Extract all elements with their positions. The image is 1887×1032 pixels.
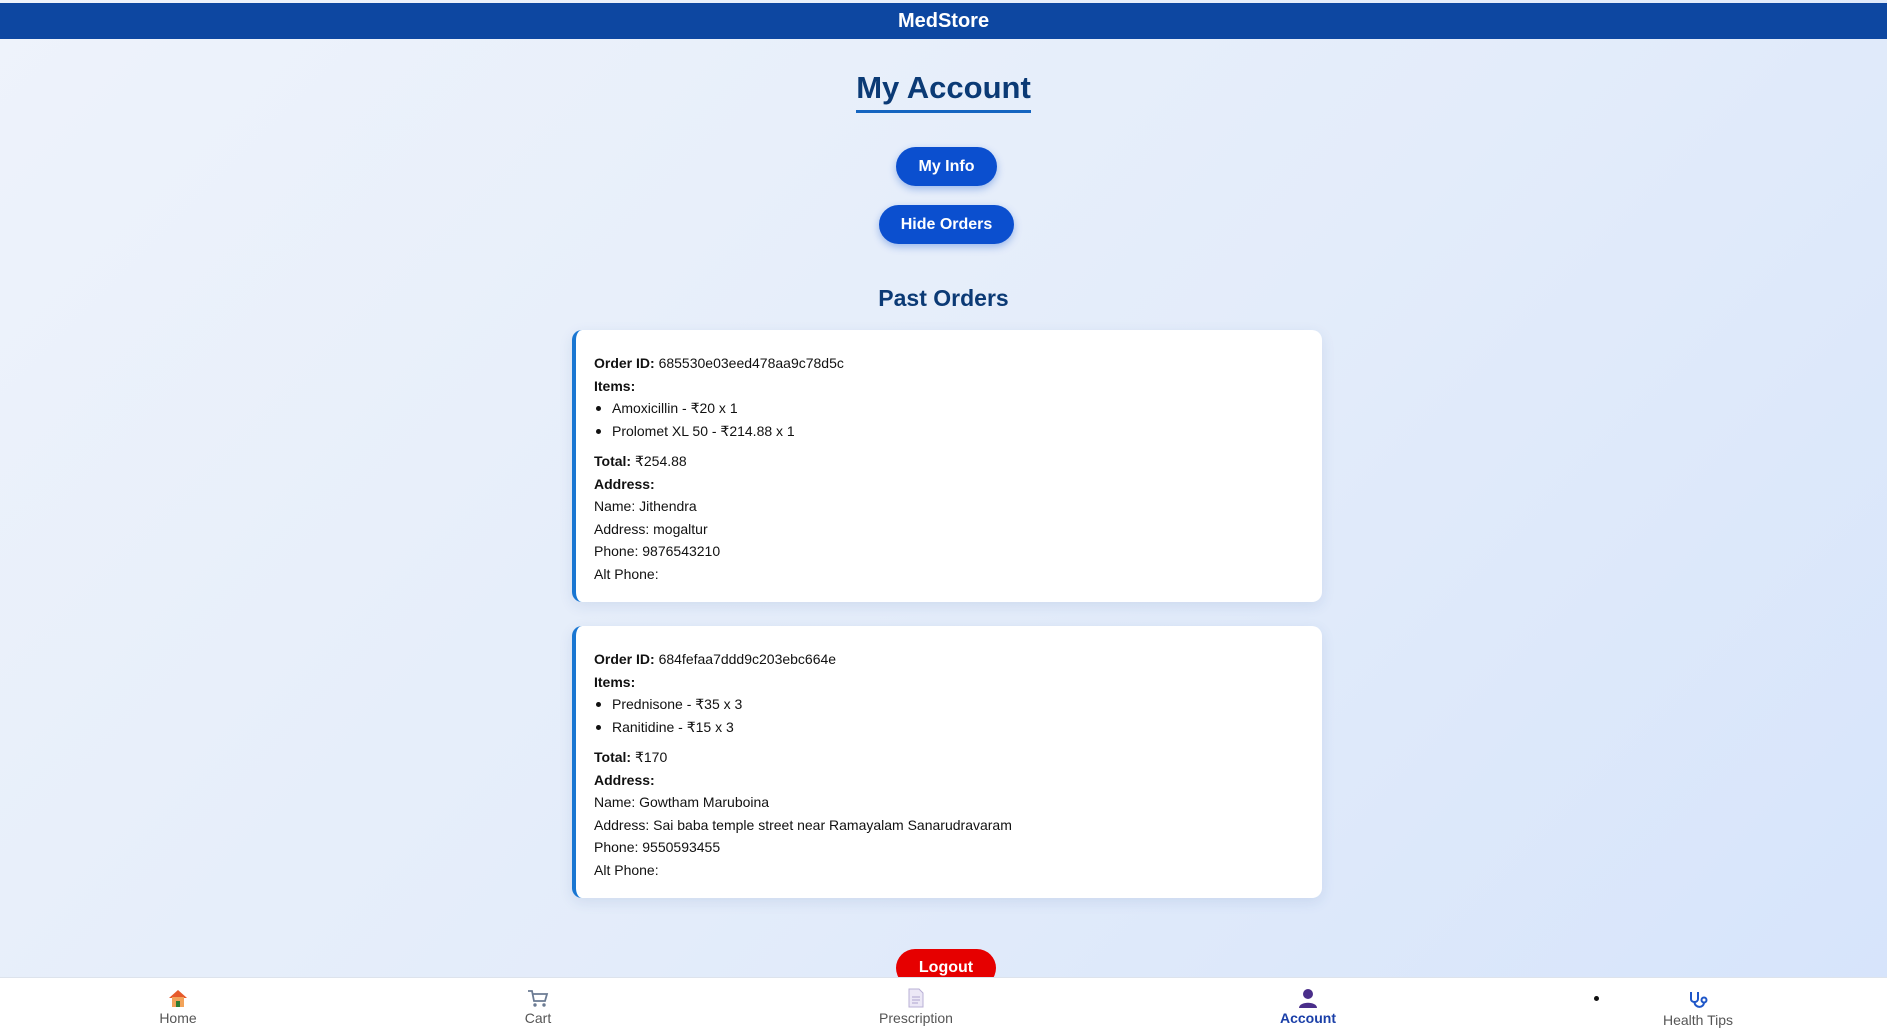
logout-button[interactable]: Logout — [896, 949, 996, 977]
order-items-list: Amoxicillin - ₹20 x 1 Prolomet XL 50 - ₹… — [594, 397, 1304, 442]
customer-phone: Phone: 9876543210 — [594, 543, 721, 559]
nav-health-tips[interactable]: Health Tips — [1594, 990, 1768, 1028]
account-page: My Account My Info Hide Orders Past Orde… — [0, 39, 1887, 977]
total-label: Total: — [594, 453, 632, 469]
page-title-wrap: My Account — [0, 69, 1887, 113]
order-card: Order ID: 685530e03eed478aa9c78d5c Items… — [572, 330, 1322, 602]
customer-address: Address: Sai baba temple street near Ram… — [594, 816, 1012, 833]
stethoscope-icon — [1690, 992, 1708, 1008]
nav-prescription-label: Prescription — [879, 1010, 953, 1026]
total-label: Total: — [594, 749, 632, 765]
past-orders-title: Past Orders — [878, 285, 1009, 311]
customer-name: Name: Gowtham Maruboina — [594, 794, 770, 810]
page-title: My Account — [856, 70, 1031, 113]
nav-home[interactable]: Home — [108, 988, 248, 1026]
order-id-row: Order ID: 684fefaa7ddd9c203ebc664e — [594, 648, 1304, 671]
cart-icon — [528, 990, 549, 1007]
order-item: Ranitidine - ₹15 x 3 — [594, 716, 1304, 739]
customer-alt-phone: Alt Phone: — [594, 861, 659, 878]
customer-address: Address: mogaltur — [594, 520, 708, 537]
items-label: Items: — [594, 377, 636, 394]
account-icon — [1299, 989, 1317, 1008]
top-header: MedStore — [0, 3, 1887, 39]
order-item: Prolomet XL 50 - ₹214.88 x 1 — [594, 420, 1304, 443]
order-total-row: Total: ₹170 — [594, 746, 1304, 769]
address-label: Address: — [594, 475, 655, 492]
order-id-value: 684fefaa7ddd9c203ebc664e — [658, 651, 837, 667]
nav-cart-label: Cart — [524, 1010, 552, 1026]
order-item: Amoxicillin - ₹20 x 1 — [594, 397, 1304, 420]
bottom-nav: Home Cart Prescription Account Health Ti… — [0, 977, 1887, 1032]
order-items-list: Prednisone - ₹35 x 3 Ranitidine - ₹15 x … — [594, 693, 1304, 738]
nav-home-label: Home — [159, 1010, 197, 1026]
customer-phone: Phone: 9550593455 — [594, 839, 721, 855]
nav-account[interactable]: Account — [1238, 988, 1378, 1026]
prescription-icon — [908, 988, 924, 1008]
order-id-label: Order ID: — [594, 651, 655, 667]
order-item: Prednisone - ₹35 x 3 — [594, 693, 1304, 716]
nav-cart[interactable]: Cart — [468, 988, 608, 1026]
home-icon — [169, 990, 187, 1007]
customer-name: Name: Jithendra — [594, 498, 697, 514]
order-total-value: ₹170 — [634, 749, 668, 765]
nav-prescription[interactable]: Prescription — [846, 988, 986, 1026]
nav-health-tips-label: Health Tips — [1662, 1012, 1734, 1028]
customer-alt-phone: Alt Phone: — [594, 565, 659, 582]
order-id-label: Order ID: — [594, 355, 655, 371]
order-id-value: 685530e03eed478aa9c78d5c — [658, 355, 844, 371]
nav-account-label: Account — [1280, 1010, 1336, 1026]
items-label: Items: — [594, 673, 636, 690]
order-id-row: Order ID: 685530e03eed478aa9c78d5c — [594, 352, 1304, 375]
bullet-dot — [1594, 996, 1599, 1001]
hide-orders-button[interactable]: Hide Orders — [879, 205, 1014, 244]
order-card: Order ID: 684fefaa7ddd9c203ebc664e Items… — [572, 626, 1322, 898]
order-total-value: ₹254.88 — [634, 453, 687, 469]
my-info-button[interactable]: My Info — [896, 147, 997, 186]
address-label: Address: — [594, 771, 655, 788]
order-total-row: Total: ₹254.88 — [594, 450, 1304, 473]
brand-title: MedStore — [897, 9, 990, 32]
